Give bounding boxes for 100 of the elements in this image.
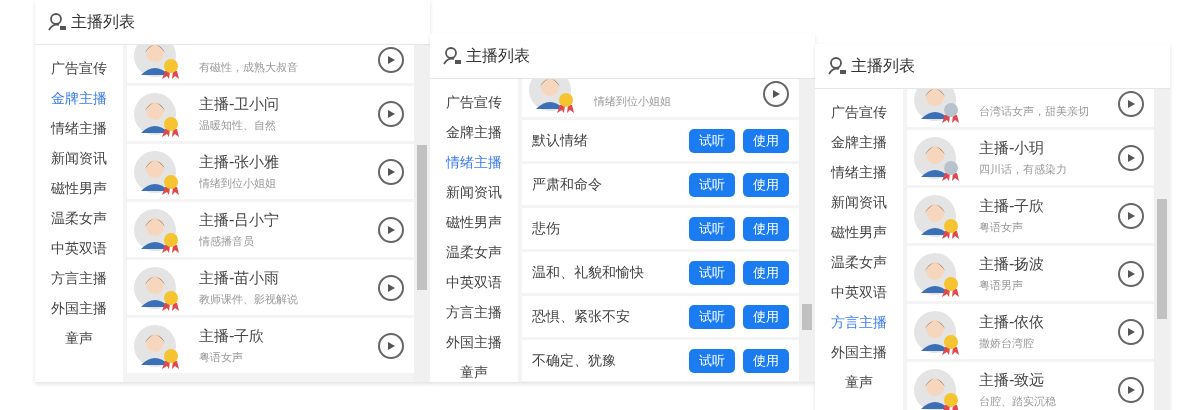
anchor-row[interactable]: 主播-卫小问 温暖知性、自然 <box>127 86 414 141</box>
category-item[interactable]: 温柔女声 <box>35 203 123 233</box>
play-button[interactable] <box>378 274 404 301</box>
anchor-name: 主播-苗小雨 <box>199 268 281 288</box>
category-item[interactable]: 金牌主播 <box>35 83 123 113</box>
scrollbar[interactable] <box>414 45 430 382</box>
use-button[interactable]: 使用 <box>743 128 789 153</box>
category-item[interactable]: 中英双语 <box>35 233 123 263</box>
anchor-description: 粤语女声 <box>979 219 1024 235</box>
anchor-description: 情感播音员 <box>199 233 255 249</box>
category-item[interactable]: 情绪主播 <box>430 147 518 177</box>
play-icon <box>1126 326 1136 337</box>
category-item[interactable]: 磁性男声 <box>430 207 518 237</box>
anchor-description: 有磁性，成熟大叔音 <box>199 60 299 75</box>
anchor-row[interactable]: 主播-小玥 四川话，有感染力 <box>907 130 1154 185</box>
anchor-row[interactable]: 主播-子欣 粤语女声 <box>127 318 414 373</box>
category-item[interactable]: 广告宣传 <box>35 53 123 83</box>
scrollbar-thumb[interactable] <box>417 145 427 290</box>
play-button[interactable] <box>1118 260 1144 287</box>
category-item[interactable]: 磁性男声 <box>35 173 123 203</box>
anchor-description: 温暖知性、自然 <box>199 117 277 133</box>
emotion-name: 严肃和命令 <box>532 175 603 194</box>
category-item[interactable]: 童声 <box>35 323 123 353</box>
play-icon <box>771 89 781 99</box>
category-item[interactable]: 方言主播 <box>35 263 123 293</box>
category-item[interactable]: 金牌主播 <box>430 117 518 147</box>
play-button[interactable] <box>1118 91 1144 117</box>
listen-button[interactable]: 试听 <box>689 216 735 241</box>
anchor-description: 四川话，有感染力 <box>979 161 1068 177</box>
anchor-row[interactable]: 主播-吕小宁 情感播音员 <box>127 202 414 257</box>
play-icon <box>386 108 396 119</box>
play-button[interactable] <box>378 332 404 359</box>
play-button[interactable] <box>378 47 404 73</box>
use-button[interactable]: 使用 <box>743 348 789 373</box>
anchor-description: 粤语女声 <box>199 349 244 365</box>
listen-button[interactable]: 试听 <box>689 304 735 329</box>
anchor-row[interactable]: 主播-扬波 粤语男声 <box>907 246 1154 301</box>
play-button[interactable] <box>378 100 404 127</box>
anchor-row[interactable]: 主播-苗小雨 教师课件、影视解说 <box>127 260 414 315</box>
category-item[interactable]: 童声 <box>815 367 903 397</box>
category-item[interactable]: 情绪主播 <box>815 157 903 187</box>
category-item[interactable]: 童声 <box>430 357 518 382</box>
emotion-name: 悲伤 <box>532 219 561 238</box>
listen-button[interactable]: 试听 <box>689 128 735 153</box>
category-item[interactable]: 方言主播 <box>815 307 903 337</box>
play-button[interactable] <box>378 158 404 185</box>
play-button[interactable] <box>1118 318 1144 345</box>
category-item[interactable]: 新闻资讯 <box>430 177 518 207</box>
anchor-row[interactable]: 主播-致远 台腔、踏实沉稳 <box>907 362 1154 410</box>
user-icon <box>827 56 847 76</box>
anchor-name: 主播-卫小问 <box>199 94 281 114</box>
anchor-name: 主播-致远 <box>979 370 1046 390</box>
category-item[interactable]: 温柔女声 <box>430 237 518 267</box>
category-item[interactable]: 金牌主播 <box>815 127 903 157</box>
anchor-row[interactable]: 主播-子欣 粤语女声 <box>907 188 1154 243</box>
scrollbar-thumb[interactable] <box>1157 199 1167 319</box>
play-button[interactable] <box>1118 202 1144 229</box>
play-icon <box>386 282 396 293</box>
emotion-name: 温和、礼貌和愉快 <box>532 263 645 282</box>
category-item[interactable]: 外国主播 <box>35 293 123 323</box>
listen-button[interactable]: 试听 <box>689 260 735 285</box>
use-button[interactable]: 使用 <box>743 216 789 241</box>
use-button[interactable]: 使用 <box>743 172 789 197</box>
use-button[interactable]: 使用 <box>743 260 789 285</box>
play-icon <box>386 224 396 235</box>
panel-title: 主播列表 <box>851 55 915 77</box>
category-item[interactable]: 广告宣传 <box>430 87 518 117</box>
category-item[interactable]: 磁性男声 <box>815 217 903 247</box>
category-item[interactable]: 新闻资讯 <box>815 187 903 217</box>
play-button[interactable] <box>1118 376 1144 403</box>
panel-title: 主播列表 <box>466 45 530 67</box>
category-item[interactable]: 中英双语 <box>815 277 903 307</box>
category-item[interactable]: 情绪主播 <box>35 113 123 143</box>
listen-button[interactable]: 试听 <box>689 172 735 197</box>
play-icon <box>1126 152 1136 163</box>
play-button[interactable] <box>763 81 789 107</box>
anchor-row[interactable]: 主播-依依 撒娇台湾腔 <box>907 304 1154 359</box>
anchor-name: 主播-吕小宁 <box>199 210 281 230</box>
category-item[interactable]: 外国主播 <box>430 327 518 357</box>
listen-button[interactable]: 试听 <box>689 348 735 373</box>
category-item[interactable]: 广告宣传 <box>815 97 903 127</box>
category-item[interactable]: 新闻资讯 <box>35 143 123 173</box>
category-item[interactable]: 方言主播 <box>430 297 518 327</box>
anchor-name: 主播-依依 <box>979 312 1046 332</box>
scrollbar[interactable] <box>1154 89 1170 410</box>
anchor-description: 粤语男声 <box>979 277 1024 293</box>
play-icon <box>386 340 396 351</box>
emotion-name: 不确定、犹豫 <box>532 351 617 370</box>
anchor-row[interactable]: 主播-张小雅 情绪到位小姐姐 <box>127 144 414 199</box>
play-button[interactable] <box>378 216 404 243</box>
category-item[interactable]: 外国主播 <box>815 337 903 367</box>
anchor-description: 情绪到位小姐姐 <box>199 175 277 191</box>
anchor-description: 撒娇台湾腔 <box>979 335 1035 351</box>
category-item[interactable]: 中英双语 <box>430 267 518 297</box>
anchor-name: 主播-小玥 <box>979 138 1046 158</box>
scrollbar[interactable] <box>799 79 815 382</box>
scrollbar-thumb[interactable] <box>802 304 812 330</box>
category-item[interactable]: 温柔女声 <box>815 247 903 277</box>
use-button[interactable]: 使用 <box>743 304 789 329</box>
play-button[interactable] <box>1118 144 1144 171</box>
